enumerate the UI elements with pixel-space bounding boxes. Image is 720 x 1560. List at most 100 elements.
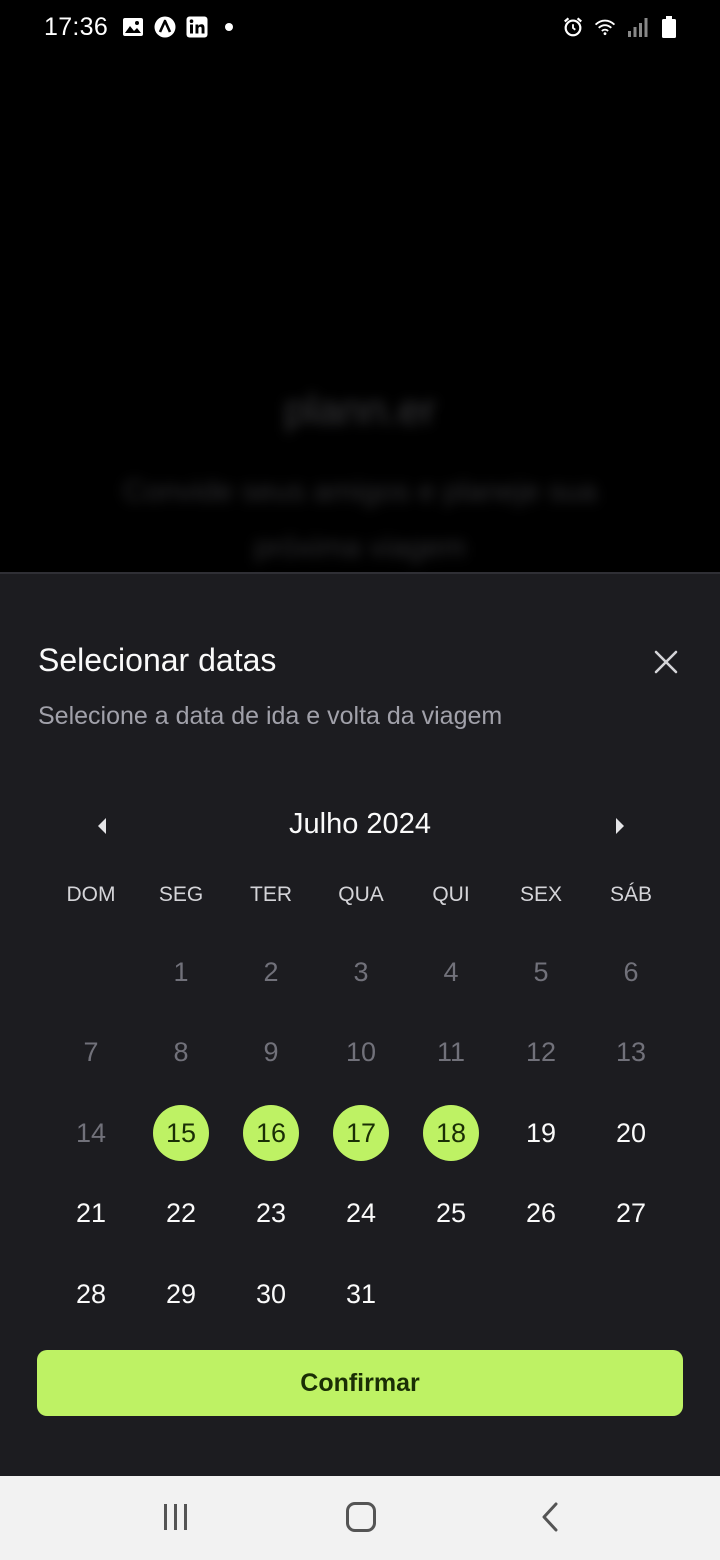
app-tagline: Convide seus amigos e planeje sua próxim… bbox=[123, 475, 597, 564]
back-icon[interactable] bbox=[538, 1500, 562, 1534]
calendar-day-label: 23 bbox=[255, 1198, 287, 1229]
home-icon[interactable] bbox=[346, 1502, 376, 1532]
calendar-day-label: 15 bbox=[153, 1105, 209, 1162]
calendar-empty-cell bbox=[46, 932, 136, 1013]
calendar-day-label: 17 bbox=[333, 1105, 389, 1162]
calendar-day-label: 27 bbox=[615, 1198, 647, 1229]
calendar-day-label: 3 bbox=[353, 956, 369, 987]
close-button[interactable] bbox=[648, 644, 684, 680]
calendar-day-label: 31 bbox=[345, 1278, 377, 1309]
calendar-day-label: 2 bbox=[263, 956, 279, 987]
background-app: plann.er Convide seus amigos e planeje s… bbox=[0, 54, 720, 572]
status-time: 17:36 bbox=[44, 12, 109, 41]
app-a-icon bbox=[154, 16, 176, 38]
app-logo: plann.er bbox=[284, 386, 436, 433]
system-navigation-bar bbox=[0, 1476, 720, 1560]
calendar-day-label: 8 bbox=[173, 1037, 189, 1068]
calendar-day-label: 12 bbox=[525, 1037, 557, 1068]
calendar-day-label: 1 bbox=[173, 956, 189, 987]
caret-right-icon bbox=[616, 818, 624, 834]
calendar-day[interactable]: 21 bbox=[46, 1174, 136, 1255]
battery-icon bbox=[658, 16, 680, 38]
calendar-day[interactable]: 11 bbox=[406, 1013, 496, 1094]
calendar-day[interactable]: 20 bbox=[586, 1093, 676, 1174]
calendar-day-label: 16 bbox=[243, 1105, 299, 1162]
sheet-title: Selecionar datas bbox=[38, 642, 277, 678]
calendar-day-label: 14 bbox=[75, 1117, 107, 1148]
signal-icon bbox=[626, 16, 648, 38]
calendar-day[interactable]: 8 bbox=[136, 1013, 226, 1094]
weekday-label: QUI bbox=[432, 883, 470, 906]
confirm-button[interactable]: Confirmar bbox=[37, 1350, 683, 1416]
calendar-day-label: 10 bbox=[345, 1037, 377, 1068]
weekday-label: QUA bbox=[338, 883, 384, 906]
weekday-label: SEX bbox=[519, 883, 563, 906]
calendar-day[interactable]: 6 bbox=[586, 932, 676, 1013]
calendar-day[interactable]: 3 bbox=[316, 932, 406, 1013]
calendar-day-label: 7 bbox=[83, 1037, 99, 1068]
calendar-day-label: 5 bbox=[533, 956, 549, 987]
calendar-day[interactable]: 23 bbox=[226, 1174, 316, 1255]
calendar-day[interactable]: 31 bbox=[316, 1254, 406, 1335]
calendar-day-label: 9 bbox=[263, 1037, 279, 1068]
alarm-icon bbox=[562, 16, 584, 38]
calendar-day-label: 11 bbox=[436, 1037, 466, 1068]
calendar-day[interactable]: 4 bbox=[406, 932, 496, 1013]
calendar-day[interactable]: 9 bbox=[226, 1013, 316, 1094]
calendar-day-label: 4 bbox=[443, 956, 459, 987]
calendar-day[interactable]: 27 bbox=[586, 1174, 676, 1255]
calendar-day-label: 18 bbox=[423, 1105, 479, 1162]
dot-icon bbox=[218, 16, 240, 38]
calendar-day-label: 28 bbox=[75, 1278, 107, 1309]
notification-icons bbox=[122, 16, 240, 38]
weekday-label: SEG bbox=[158, 883, 204, 906]
calendar-day-label: 6 bbox=[623, 956, 639, 987]
calendar-day-selected[interactable]: 16 bbox=[226, 1093, 316, 1174]
calendar-day[interactable]: 24 bbox=[316, 1174, 406, 1255]
calendar-day[interactable]: 12 bbox=[496, 1013, 586, 1094]
calendar-day-label: 22 bbox=[165, 1198, 197, 1229]
next-month-button[interactable] bbox=[602, 808, 638, 844]
calendar-day[interactable]: 10 bbox=[316, 1013, 406, 1094]
weekday-label: DOM bbox=[66, 883, 116, 906]
wifi-icon bbox=[594, 16, 616, 38]
calendar-day-label: 24 bbox=[345, 1198, 377, 1229]
system-icons bbox=[562, 0, 680, 54]
weekday-header: DOM SEG TER QUA QUI SEX SÁB bbox=[46, 880, 676, 910]
calendar-day[interactable]: 2 bbox=[226, 932, 316, 1013]
calendar-day-label: 29 bbox=[165, 1278, 197, 1309]
linkedin-icon bbox=[186, 16, 208, 38]
calendar-day-label: 30 bbox=[255, 1278, 287, 1309]
calendar-day[interactable]: 25 bbox=[406, 1174, 496, 1255]
calendar-day-label: 25 bbox=[435, 1198, 467, 1229]
calendar-day[interactable]: 28 bbox=[46, 1254, 136, 1335]
calendar-day[interactable]: 30 bbox=[226, 1254, 316, 1335]
calendar-day[interactable]: 1 bbox=[136, 932, 226, 1013]
weekday-label: SÁB bbox=[609, 883, 653, 906]
calendar-day[interactable]: 13 bbox=[586, 1013, 676, 1094]
calendar-day-label: 13 bbox=[615, 1037, 647, 1068]
calendar-day-label: 19 bbox=[525, 1117, 557, 1148]
calendar-day-selected[interactable]: 18 bbox=[406, 1093, 496, 1174]
calendar-day[interactable]: 19 bbox=[496, 1093, 586, 1174]
calendar-day[interactable]: 5 bbox=[496, 932, 586, 1013]
calendar-day[interactable]: 26 bbox=[496, 1174, 586, 1255]
weekday-label: TER bbox=[250, 883, 292, 906]
calendar-day-selected[interactable]: 17 bbox=[316, 1093, 406, 1174]
date-picker-sheet: Selecionar datas Selecione a data de ida… bbox=[0, 572, 720, 1476]
calendar-day-label: 26 bbox=[525, 1198, 557, 1229]
status-bar: 17:36 bbox=[0, 0, 720, 54]
month-navigation: Julho 2024 bbox=[0, 802, 720, 852]
image-icon bbox=[122, 16, 144, 38]
close-icon bbox=[654, 650, 678, 674]
calendar-day-label: 20 bbox=[615, 1117, 647, 1148]
calendar-day-selected[interactable]: 15 bbox=[136, 1093, 226, 1174]
calendar-day[interactable]: 29 bbox=[136, 1254, 226, 1335]
recent-apps-icon[interactable] bbox=[160, 1504, 190, 1532]
calendar-day[interactable]: 7 bbox=[46, 1013, 136, 1094]
calendar-day[interactable]: 22 bbox=[136, 1174, 226, 1255]
sheet-subtitle: Selecione a data de ida e volta da viage… bbox=[38, 702, 503, 730]
calendar-day-label: 21 bbox=[75, 1198, 107, 1229]
calendar-day[interactable]: 14 bbox=[46, 1093, 136, 1174]
calendar-days-grid: 1 2 3 4 5 6 7 8 9 10 11 12 13 14 15 16 17 18 19 20 21 22 23 24 2… bbox=[46, 932, 676, 1335]
